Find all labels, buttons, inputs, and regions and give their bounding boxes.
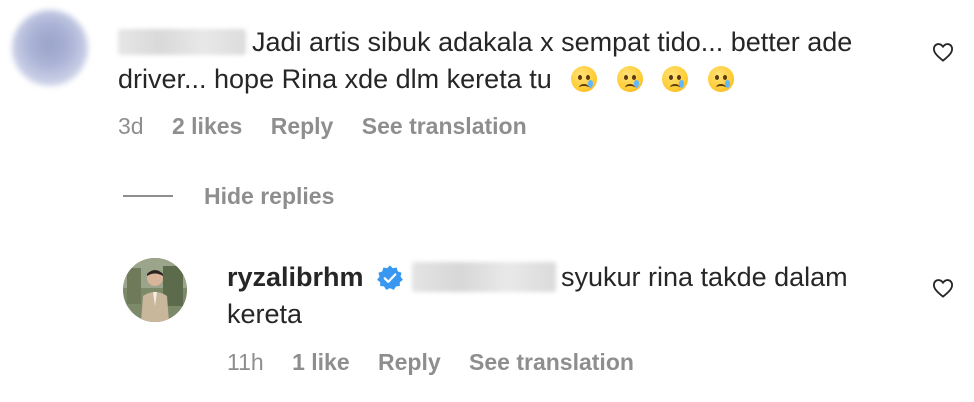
reply-like-heart-icon[interactable] [932, 278, 954, 298]
commenter-avatar[interactable] [12, 10, 88, 86]
reply-see-translation-button[interactable]: See translation [469, 349, 634, 376]
reply-text-line1: syukur rina takde dalam [561, 262, 848, 292]
replies-divider [123, 195, 173, 197]
reply-likes-link[interactable]: 1 like [292, 349, 350, 376]
comment-meta: 3d 2 likes Reply See translation [118, 113, 527, 140]
reply-text-line2: kereta [227, 299, 303, 329]
reply-avatar-image [123, 258, 187, 322]
reply-meta: 11h 1 like Reply See translation [227, 349, 634, 376]
reply-reply-button[interactable]: Reply [378, 349, 441, 376]
crying-face-icon [707, 66, 734, 92]
comment-text-line1: Jadi artis sibuk adakala x sempat tido..… [252, 27, 853, 57]
comment-likes-link[interactable]: 2 likes [172, 113, 242, 140]
comment-see-translation-button[interactable]: See translation [362, 113, 527, 140]
comment-text-line2: driver... hope Rina xde dlm kereta tu [118, 64, 552, 94]
crying-face-icon [662, 66, 689, 92]
like-heart-icon[interactable] [932, 42, 954, 62]
reply-avatar[interactable] [123, 258, 187, 322]
comment-reply-button[interactable]: Reply [271, 113, 334, 140]
crying-face-icon [616, 66, 643, 92]
reply-timestamp: 11h [227, 349, 264, 375]
reply-text: syukur rina takde dalam kereta [227, 259, 927, 333]
hide-replies-button[interactable]: Hide replies [204, 183, 334, 210]
crying-face-icon [571, 66, 598, 92]
comment-text: Jadi artis sibuk adakala x sempat tido..… [118, 24, 918, 98]
comment-timestamp: 3d [118, 113, 144, 139]
